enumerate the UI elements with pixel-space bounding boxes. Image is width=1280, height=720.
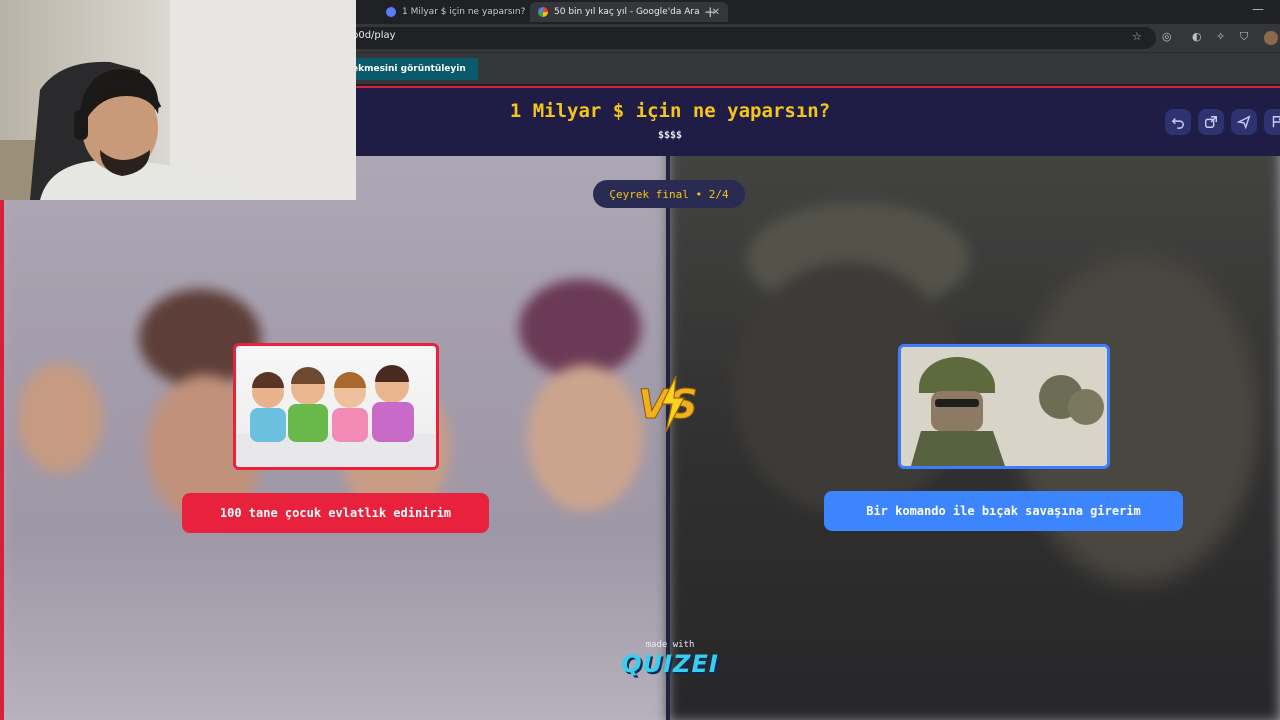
quiz-favicon-icon bbox=[386, 7, 396, 17]
extension-icon[interactable]: ◐ bbox=[1192, 30, 1202, 43]
bookmark-star-icon[interactable]: ☆ bbox=[1132, 30, 1142, 43]
share-button[interactable] bbox=[1198, 109, 1224, 135]
profile-avatar[interactable] bbox=[1264, 31, 1278, 45]
streamer-video bbox=[0, 0, 356, 200]
send-icon bbox=[1237, 115, 1251, 129]
puzzle-icon[interactable]: ✧ bbox=[1216, 30, 1225, 43]
undo-icon bbox=[1171, 118, 1184, 129]
tab-title: 50 bin yıl kaç yıl - Google'da Ara bbox=[554, 7, 700, 17]
bookmark-banner[interactable]: ekmesini görüntüleyin bbox=[340, 58, 478, 80]
send-button[interactable] bbox=[1231, 109, 1257, 135]
tab-quiz[interactable]: 1 Milyar $ için ne yaparsın? ✕ bbox=[378, 2, 554, 22]
tab-title: 1 Milyar $ için ne yaparsın? bbox=[402, 7, 526, 17]
minimize-icon[interactable]: — bbox=[1252, 2, 1264, 16]
children-photo[interactable] bbox=[233, 343, 439, 470]
children-image bbox=[236, 365, 436, 467]
screen: 1 Milyar $ için ne yaparsın? ✕ 50 bin yı… bbox=[0, 0, 1280, 720]
tab-google-search[interactable]: 50 bin yıl kaç yıl - Google'da Ara ✕ bbox=[530, 2, 729, 22]
quiz-subtitle: $$$$ bbox=[657, 130, 683, 141]
quiz-title: 1 Milyar $ için ne yaparsın? bbox=[509, 100, 831, 122]
undo-button[interactable] bbox=[1165, 109, 1191, 135]
address-bar[interactable] bbox=[340, 27, 1156, 49]
new-tab-icon[interactable]: + bbox=[704, 3, 717, 21]
flag-button[interactable] bbox=[1264, 109, 1280, 135]
shield-icon[interactable]: ⛉ bbox=[1240, 30, 1248, 44]
option-left-button[interactable]: 100 tane çocuk evlatlık edinirim bbox=[182, 493, 489, 533]
soldier-photo[interactable] bbox=[898, 344, 1110, 469]
url-text[interactable]: b0d/play bbox=[352, 30, 396, 41]
round-indicator: Çeyrek final • 2/4 bbox=[593, 180, 745, 208]
webcam-overlay bbox=[0, 0, 356, 200]
flag-icon bbox=[1272, 116, 1280, 128]
quizei-logo[interactable]: QUIZEI bbox=[610, 650, 730, 678]
vs-icon: VS bbox=[636, 372, 704, 436]
google-favicon-icon bbox=[538, 7, 548, 17]
made-with-label: made with bbox=[645, 640, 695, 650]
option-right-button[interactable]: Bir komando ile bıçak savaşına girerim bbox=[824, 491, 1183, 531]
share-icon bbox=[1205, 116, 1217, 128]
extension-icon[interactable]: ◎ bbox=[1162, 30, 1172, 43]
soldier-image bbox=[901, 347, 1107, 466]
